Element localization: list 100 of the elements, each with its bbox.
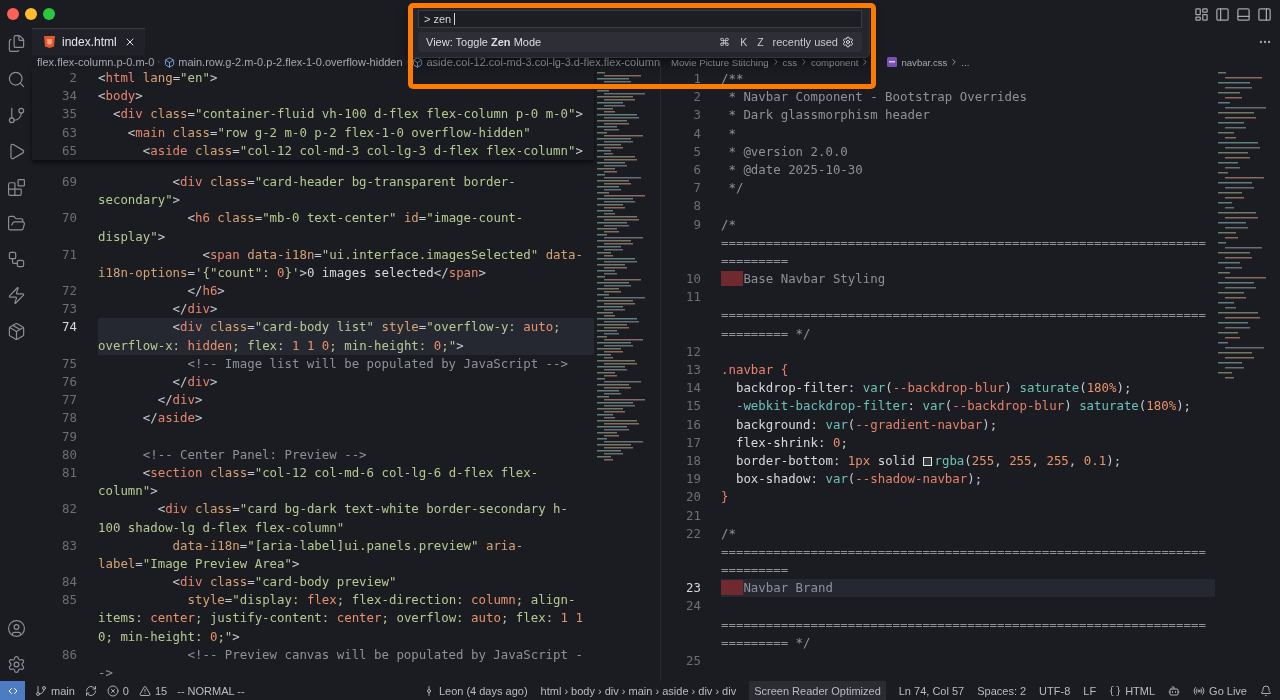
code-line: /* [721,524,737,543]
line-number: 13 [685,361,701,379]
status-item[interactable]: LF [1083,681,1097,700]
code-line: -> [98,664,114,682]
line-number: 16 [685,415,701,434]
line-number: 71 [61,245,77,264]
language-name: HTML [1125,684,1156,697]
breadcrumb-item[interactable]: css [782,56,797,68]
sync-icon[interactable] [84,684,97,697]
code-line: * [727,124,737,143]
code-line: <div class="card-header bg-transparent border- [171,172,517,191]
line-number: 72 [61,282,77,301]
package-icon[interactable] [6,322,26,341]
line-number: 74 [61,318,77,337]
breadcrumb-item[interactable]: navbar.css [886,56,948,68]
cube-icon [164,56,176,68]
notifications-icon[interactable] [1260,684,1272,697]
code-line: Base Navbar Styling [721,270,1215,289]
line-number: 35 [61,105,77,124]
line-number: 76 [61,373,77,391]
line-number: 6 [692,160,701,179]
line-number: 84 [61,573,77,592]
minimize-window-button[interactable] [25,8,37,20]
layout-icon[interactable] [1194,6,1209,22]
command-input-field[interactable]: > zen [418,10,862,28]
line-number: 69 [61,172,77,191]
line-number: 9 [692,215,701,234]
branch-status[interactable]: main [35,681,75,700]
editor-tab[interactable]: index.html [32,28,145,55]
code-line: ========= */ [721,324,812,343]
line-number: 85 [61,591,77,610]
item-note: recently used [772,36,838,48]
line-number: 12 [685,342,701,361]
code-line: ========= [721,561,790,580]
code-line: </div> [156,391,204,410]
go-live-status[interactable]: Go Live [1193,681,1247,700]
search-icon[interactable] [6,70,26,89]
maximize-window-button[interactable] [43,8,55,20]
shortcut-key: K [735,36,753,48]
blocks-icon[interactable] [6,178,26,197]
panel-right-icon[interactable] [1257,6,1272,22]
line-number: 24 [685,597,701,616]
settings-icon[interactable] [6,655,26,674]
blame-status[interactable]: Leon (4 days ago) [422,681,528,700]
breadcrumb-item[interactable]: component [810,56,859,68]
warning-count: 15 [154,684,168,697]
code-line: background: var(--gradient-navbar); [734,415,999,434]
settings-icon[interactable] [842,36,854,48]
code-line: */ [727,179,745,198]
error-icon [106,684,119,697]
line-number: 7 [692,179,701,198]
line-number: 65 [61,141,77,160]
robot-icon[interactable] [1168,684,1181,697]
breadcrumb-item[interactable]: Movie Picture Stitching [671,56,769,68]
warnings-status[interactable]: 15 [138,681,168,700]
branch-icon[interactable] [6,106,26,125]
code-line: 100 shadow-lg d-flex flex-column" [98,518,346,537]
code-line: ================================================================= [721,615,1207,634]
status-item[interactable]: Ln 74, Col 57 [898,681,965,700]
command-item[interactable]: View: Toggle Zen Mode ⌘ K Z recently used [418,32,862,52]
panel-left-icon[interactable] [1215,6,1230,22]
code-line: </div> [171,300,219,319]
code-line: * @version 2.0.0 [727,142,849,161]
account-icon[interactable] [6,619,26,638]
broadcast-icon [1193,684,1206,697]
html-file-icon [44,36,55,48]
status-item[interactable]: UTF-8 [1039,681,1071,700]
close-window-button[interactable] [7,8,19,20]
status-item[interactable]: -- NORMAL -- [177,681,245,700]
panel-bottom-icon[interactable] [1236,6,1251,22]
line-number: 19 [685,470,701,489]
remote-button[interactable] [0,681,25,700]
lightning-icon[interactable] [6,286,26,305]
warning-icon [138,684,151,697]
language-status[interactable]: HTML [1109,681,1156,700]
cube-icon [412,56,424,68]
breadcrumb-item[interactable]: flex.flex-column.p-0.m-0 [37,56,155,68]
workflow-icon[interactable] [6,250,26,269]
code-line: data-i18n="[aria-label]ui.panels.preview" aria- [171,536,525,555]
code-line: <div class="container-fluid vh-100 d-flex flex-column p-0 m-0"> [111,105,584,124]
code-line: <!-- Center Panel: Preview --> [141,445,368,464]
folder-icon[interactable] [6,214,26,233]
breadcrumb-item[interactable]: aside.col-12.col-md-3.col-lg-3.d-flex.flex-column [412,56,660,68]
breadcrumb-item[interactable]: ... [961,56,970,68]
errors-status[interactable]: 0 [106,681,129,700]
status-item[interactable]: html › body › div › main › aside › div › div [540,681,737,700]
line-number: 2 [692,88,701,107]
shortcut-key: ⌘ [714,36,736,48]
line-number: 5 [692,142,701,161]
breadcrumb-item[interactable]: main.row.g-2.m-0.p-2.flex-1-0.overflow-hidden [164,56,403,68]
code-line: label="Image Preview Area"> [98,554,301,573]
status-item[interactable]: Spaces: 2 [977,681,1027,700]
code-line: display"> [98,227,167,246]
code-line: -webkit-backdrop-filter: var(--backdrop-blur) saturate(180%); [734,397,1193,416]
files-icon[interactable] [6,34,26,53]
line-number: 81 [61,463,77,482]
status-item[interactable]: Screen Reader Optimized [749,681,886,700]
code-line: /* [721,215,737,234]
code-line: <!-- Image list will be populated by JavaScript --> [186,354,569,373]
code-line: <body> [98,87,144,106]
